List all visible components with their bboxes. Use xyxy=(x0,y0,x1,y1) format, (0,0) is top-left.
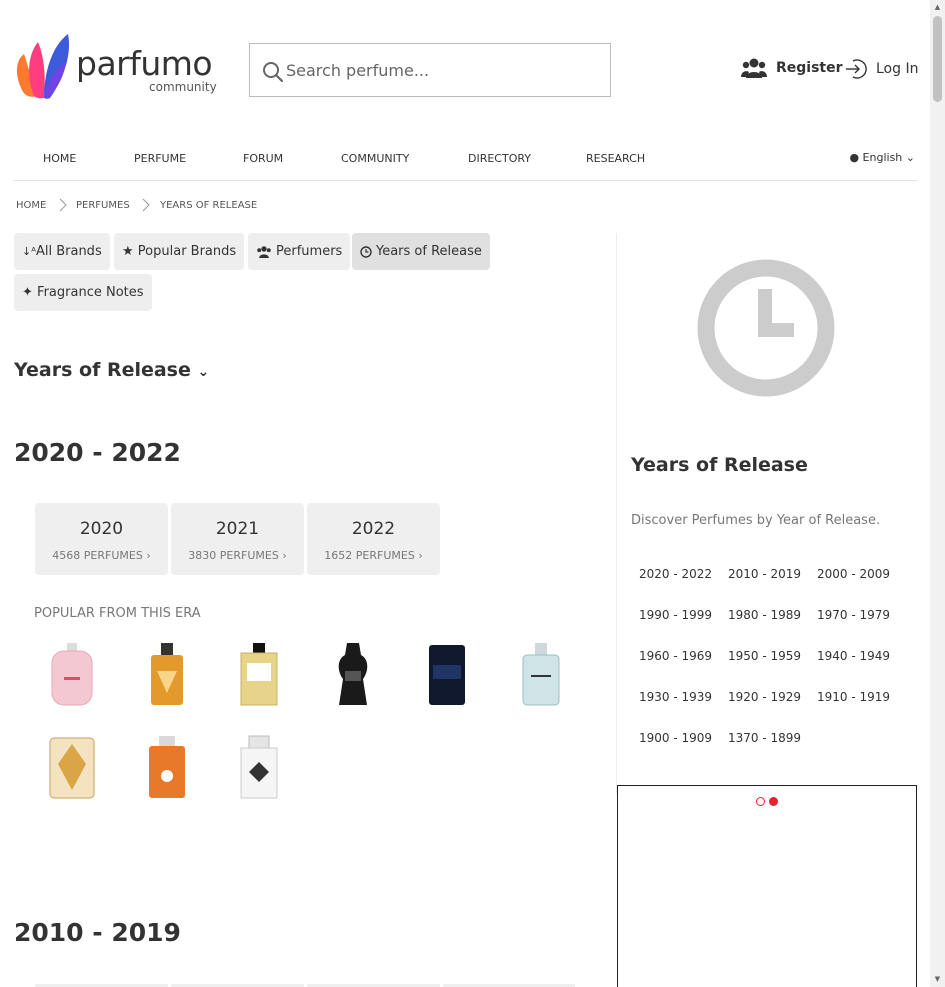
perfume-thumbnail[interactable] xyxy=(511,641,571,709)
tab-label: Years of Release xyxy=(376,244,482,259)
range-link[interactable]: 1930 - 1939 xyxy=(639,690,712,704)
logo-text: parfumo xyxy=(76,44,213,83)
clock-icon xyxy=(360,245,372,258)
year-count: 3830 PERFUMES › xyxy=(188,549,287,562)
chevron-right-icon: › xyxy=(418,549,423,562)
breadcrumb-home[interactable]: HOME xyxy=(16,200,46,211)
language-label: English xyxy=(862,151,903,164)
tab-perfumers[interactable]: Perfumers xyxy=(248,233,351,270)
chevron-down-icon: ⌄ xyxy=(905,151,915,164)
carousel-dot[interactable] xyxy=(756,797,765,806)
users-icon xyxy=(257,245,271,258)
chevron-right-icon xyxy=(142,198,150,212)
chevron-right-icon: › xyxy=(282,549,287,562)
year-count: 4568 PERFUMES › xyxy=(52,549,151,562)
nav-community[interactable]: COMMUNITY xyxy=(341,152,409,165)
range-link[interactable]: 1980 - 1989 xyxy=(728,608,801,622)
perfume-thumbnail[interactable] xyxy=(323,641,383,709)
range-link[interactable]: 1950 - 1959 xyxy=(728,649,801,663)
nav-forum[interactable]: FORUM xyxy=(243,152,283,165)
parfumo-logo[interactable]: parfumo community xyxy=(14,32,219,100)
popular-era-label: POPULAR FROM THIS ERA xyxy=(34,606,201,621)
year-card-2022[interactable]: 2022 1652 PERFUMES › xyxy=(307,503,440,575)
perfume-thumbnail[interactable] xyxy=(229,734,289,802)
range-link[interactable]: 2000 - 2009 xyxy=(817,567,890,581)
clock-icon xyxy=(697,259,835,397)
nav-research[interactable]: RESEARCH xyxy=(586,152,645,165)
tab-fragrance-notes[interactable]: ✦ Fragrance Notes xyxy=(14,274,152,311)
tab-label: Fragrance Notes xyxy=(37,285,144,300)
range-link[interactable]: 1920 - 1929 xyxy=(728,690,801,704)
ad-box xyxy=(617,785,917,987)
drop-icon: ✦ xyxy=(22,285,33,300)
star-icon: ★ xyxy=(122,244,134,259)
page-title[interactable]: Years of Release ⌄ xyxy=(14,359,209,381)
era-heading: 2020 - 2022 xyxy=(14,438,181,467)
sort-alpha-icon: ↓ᴬ xyxy=(22,245,36,258)
language-selector[interactable]: ● English ⌄ xyxy=(849,151,915,164)
range-link[interactable]: 1370 - 1899 xyxy=(728,731,801,745)
nav-home[interactable]: HOME xyxy=(43,152,76,165)
search-icon xyxy=(263,62,284,83)
tab-all-brands[interactable]: ↓ᴬ All Brands xyxy=(14,233,110,270)
range-link[interactable]: 2010 - 2019 xyxy=(728,567,801,581)
perfume-thumbnail[interactable] xyxy=(42,641,102,709)
range-link[interactable]: 2020 - 2022 xyxy=(639,567,712,581)
tab-label: All Brands xyxy=(35,244,102,259)
sidebar-divider xyxy=(616,233,617,793)
logo-mark-icon xyxy=(16,34,70,99)
register-label: Register xyxy=(776,60,843,76)
tab-popular-brands[interactable]: ★ Popular Brands xyxy=(114,233,245,270)
page-title-text: Years of Release xyxy=(14,359,191,381)
perfume-thumbnail[interactable] xyxy=(417,641,477,709)
tab-years-of-release[interactable]: Years of Release xyxy=(352,233,490,270)
range-link[interactable]: 1910 - 1919 xyxy=(817,690,890,704)
chevron-right-icon xyxy=(59,198,67,212)
perfume-thumbnail[interactable] xyxy=(229,641,289,709)
year-card-2020[interactable]: 2020 4568 PERFUMES › xyxy=(35,503,168,575)
year-label: 2021 xyxy=(215,519,260,539)
sidebar-title: Years of Release xyxy=(631,454,808,476)
year-card-2021[interactable]: 2021 3830 PERFUMES › xyxy=(171,503,304,575)
sidebar-description: Discover Perfumes by Year of Release. xyxy=(631,513,881,528)
perfume-thumbnail[interactable] xyxy=(137,734,197,802)
tab-label: Popular Brands xyxy=(137,244,237,259)
logo-subtext: community xyxy=(149,80,217,94)
range-link[interactable]: 1900 - 1909 xyxy=(639,731,712,745)
range-link[interactable]: 1940 - 1949 xyxy=(817,649,890,663)
search-input[interactable] xyxy=(286,44,604,96)
range-link[interactable]: 1990 - 1999 xyxy=(639,608,712,622)
globe-icon: ● xyxy=(849,151,860,164)
scrollbar[interactable]: ▲ ▼ xyxy=(930,0,945,987)
main-nav: HOME PERFUME FORUM COMMUNITY DIRECTORY R… xyxy=(14,141,917,181)
tab-label: Perfumers xyxy=(276,244,343,259)
year-label: 2020 xyxy=(79,519,124,539)
perfume-thumbnail[interactable] xyxy=(42,734,102,802)
carousel-dot-active[interactable] xyxy=(769,797,778,806)
breadcrumb-perfumes[interactable]: PERFUMES xyxy=(76,200,130,211)
breadcrumb-years[interactable]: YEARS OF RELEASE xyxy=(160,200,257,211)
scrollbar-thumb[interactable] xyxy=(933,16,942,102)
year-label: 2022 xyxy=(351,519,396,539)
nav-directory[interactable]: DIRECTORY xyxy=(468,152,531,165)
login-label: Log In xyxy=(876,61,919,77)
chevron-down-icon: ⌄ xyxy=(197,364,210,380)
scroll-down-icon[interactable]: ▼ xyxy=(933,975,942,983)
login-icon xyxy=(846,59,867,79)
year-count: 1652 PERFUMES › xyxy=(324,549,423,562)
search-box[interactable] xyxy=(249,43,611,97)
nav-perfume[interactable]: PERFUME xyxy=(134,152,186,165)
range-link[interactable]: 1970 - 1979 xyxy=(817,608,890,622)
login-link[interactable]: Log In xyxy=(845,58,918,80)
chevron-right-icon: › xyxy=(146,549,151,562)
register-link[interactable]: Register xyxy=(741,58,843,78)
era-heading: 2010 - 2019 xyxy=(14,918,181,947)
users-icon xyxy=(741,58,767,78)
perfume-thumbnail[interactable] xyxy=(137,641,197,709)
range-link[interactable]: 1960 - 1969 xyxy=(639,649,712,663)
scroll-up-icon[interactable]: ▲ xyxy=(933,3,942,11)
